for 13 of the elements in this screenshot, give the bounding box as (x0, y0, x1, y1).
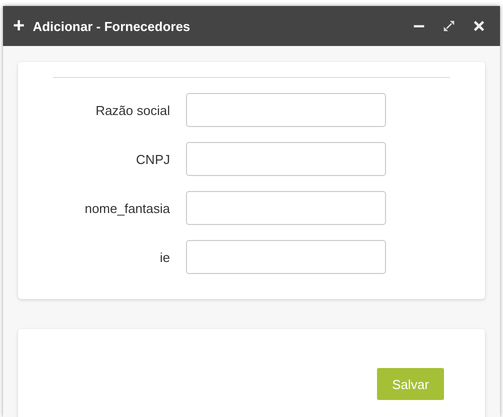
input-field[interactable] (186, 93, 386, 127)
field-label: CNPJ (135, 152, 170, 166)
input-field[interactable] (186, 240, 386, 274)
field-label: Razão social (94, 102, 170, 118)
expand-icon[interactable] (443, 20, 455, 32)
input-field[interactable] (186, 191, 386, 225)
close-icon[interactable] (473, 20, 485, 32)
field-label: ie (158, 250, 170, 264)
save-button[interactable]: Salvar (377, 368, 444, 400)
window-title: Adicionar - Fornecedores (32, 18, 190, 34)
field-label: nome_fantasia (84, 200, 170, 216)
input-field[interactable] (186, 142, 386, 176)
title-icon: + (13, 16, 25, 36)
